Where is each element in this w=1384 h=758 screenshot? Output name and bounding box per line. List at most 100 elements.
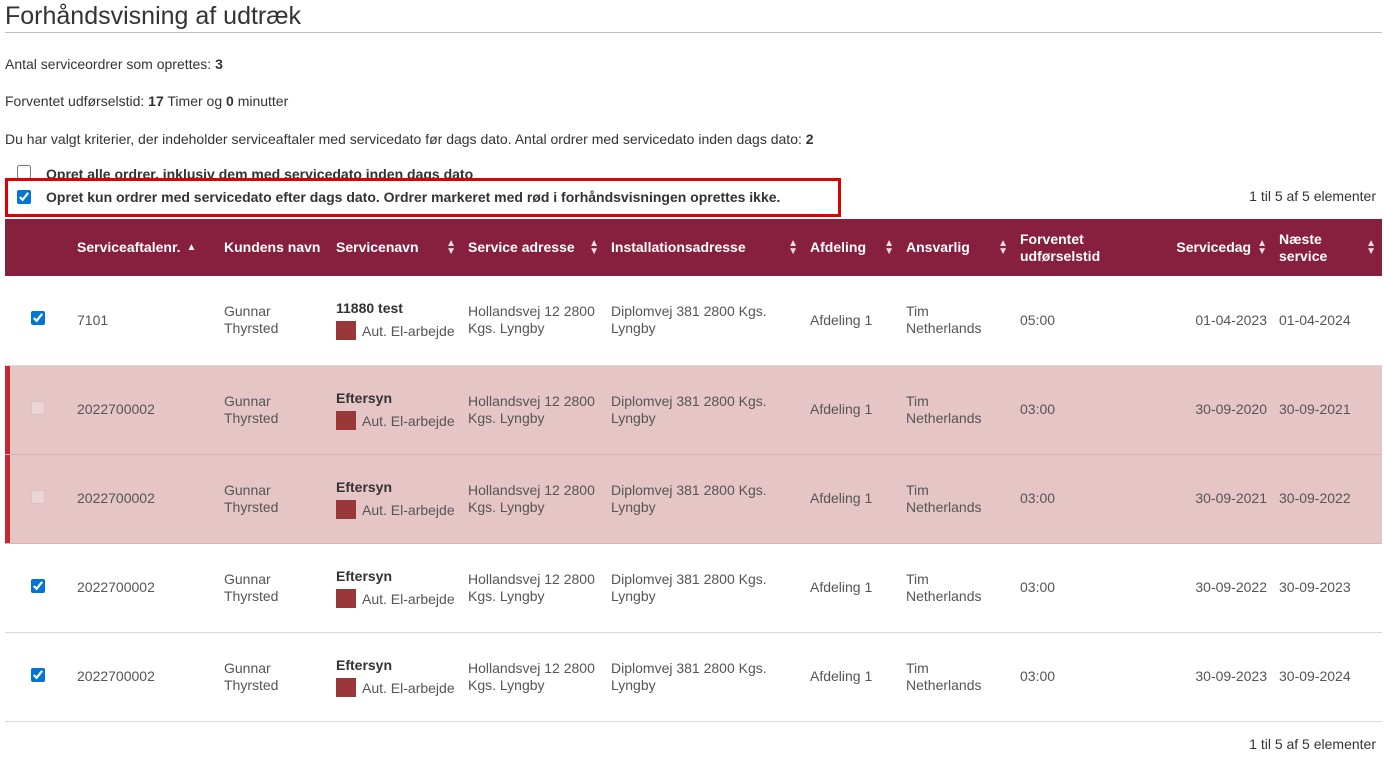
service-type-label: Aut. El-arbejde: [362, 412, 455, 429]
option-create-all-checkbox[interactable]: [17, 165, 31, 179]
table-row[interactable]: 2022700002 Gunnar Thyrsted Eftersyn Aut.…: [5, 632, 1382, 722]
expected-time-minutes: 0: [226, 93, 234, 109]
cell-service-address: Hollandsvej 12 2800 Kgs. Lyngby: [462, 632, 605, 722]
service-type: Aut. El-arbejde: [336, 410, 456, 430]
cell-next-service: 30-09-2021: [1273, 365, 1382, 455]
cell-agreement-no: 2022700002: [71, 365, 218, 455]
pager-summary-top: 1 til 5 af 5 elementer: [1249, 188, 1376, 204]
column-header-responsible[interactable]: Ansvarlig ▲ ▼: [900, 219, 1014, 276]
title-divider: [5, 32, 1382, 33]
cell-service-name: Eftersyn Aut. El-arbejde: [330, 543, 462, 633]
column-header-next-service[interactable]: Næste service ▲ ▼: [1273, 219, 1382, 276]
page-title: Forhåndsvisning af udtræk: [5, 2, 301, 30]
service-color-swatch: [336, 321, 356, 341]
cell-service-name: Eftersyn Aut. El-arbejde: [330, 365, 462, 455]
cell-agreement-no: 2022700002: [71, 454, 218, 544]
option-create-future-only[interactable]: Opret kun ordrer med servicedato efter d…: [17, 186, 780, 208]
cell-customer: Gunnar Thyrsted: [218, 365, 330, 455]
table-row[interactable]: 7101 Gunnar Thyrsted 11880 test Aut. El-…: [5, 276, 1382, 366]
cell-service-address: Hollandsvej 12 2800 Kgs. Lyngby: [462, 454, 605, 544]
cell-expected-time: 03:00: [1014, 454, 1157, 544]
column-header-next-service-label: Næste service: [1279, 230, 1328, 264]
cell-service-day: 30-09-2020: [1157, 365, 1273, 455]
column-header-department-label: Afdeling: [810, 239, 866, 255]
criteria-warning-value: 2: [805, 131, 814, 147]
cell-responsible: Tim Netherlands: [900, 543, 1014, 633]
service-type-label: Aut. El-arbejde: [362, 501, 455, 518]
service-color-swatch: [336, 588, 356, 608]
column-header-agreement-no-label: Serviceaftalenr.: [77, 239, 181, 255]
column-header-install-address-label: Installationsadresse: [611, 239, 746, 255]
cell-responsible: Tim Netherlands: [900, 276, 1014, 366]
cell-install-address: Diplomvej 381 2800 Kgs. Lyngby: [605, 454, 804, 544]
table-row[interactable]: 2022700002 Gunnar Thyrsted Eftersyn Aut.…: [5, 454, 1382, 544]
service-name: 11880 test: [336, 300, 403, 317]
column-header-service-address[interactable]: Service adresse ▲ ▼: [462, 219, 605, 276]
service-type-label: Aut. El-arbejde: [362, 590, 455, 607]
sort-icon: ▲ ▼: [884, 237, 894, 257]
sort-icon: ▲ ▼: [589, 237, 599, 257]
column-header-service-name[interactable]: Servicenavn ▲ ▼: [330, 219, 462, 276]
sort-icon: ▲ ▼: [1366, 237, 1376, 257]
criteria-warning-text: Du har valgt kriterier, der indeholder s…: [5, 131, 802, 147]
cell-responsible: Tim Netherlands: [900, 632, 1014, 722]
orders-count-value: 3: [215, 56, 223, 72]
cell-responsible: Tim Netherlands: [900, 365, 1014, 455]
row-select-cell: [5, 632, 71, 722]
cell-department: Afdeling 1: [804, 276, 900, 366]
service-name: Eftersyn: [336, 567, 393, 584]
column-header-expected-time[interactable]: Forventet udførselstid: [1014, 219, 1157, 276]
service-color-swatch: [336, 677, 356, 697]
cell-install-address: Diplomvej 381 2800 Kgs. Lyngby: [605, 543, 804, 633]
cell-agreement-no: 2022700002: [71, 632, 218, 722]
pager-summary-bottom: 1 til 5 af 5 elementer: [1249, 736, 1376, 752]
column-header-service-name-label: Servicenavn: [336, 239, 419, 255]
cell-expected-time: 03:00: [1014, 365, 1157, 455]
row-select-checkbox[interactable]: [31, 311, 45, 326]
column-header-agreement-no[interactable]: Serviceaftalenr. ▲: [71, 219, 218, 276]
sort-icon: ▲ ▼: [788, 237, 798, 257]
row-select-checkbox[interactable]: [31, 489, 45, 504]
cell-service-name: Eftersyn Aut. El-arbejde: [330, 632, 462, 722]
cell-agreement-no: 2022700002: [71, 543, 218, 633]
expected-time-hours: 17: [148, 93, 164, 109]
cell-install-address: Diplomvej 381 2800 Kgs. Lyngby: [605, 365, 804, 455]
service-type: Aut. El-arbejde: [336, 321, 456, 341]
sort-icon: ▲ ▼: [1257, 237, 1267, 257]
row-select-cell: [5, 543, 71, 633]
row-select-checkbox[interactable]: [31, 578, 45, 593]
column-header-customer[interactable]: Kundens navn: [218, 219, 330, 276]
cell-next-service: 01-04-2024: [1273, 276, 1382, 366]
service-type-label: Aut. El-arbejde: [362, 323, 455, 340]
cell-department: Afdeling 1: [804, 543, 900, 633]
expected-time-minutes-unit: minutter: [237, 93, 289, 109]
cell-customer: Gunnar Thyrsted: [218, 276, 330, 366]
cell-customer: Gunnar Thyrsted: [218, 543, 330, 633]
column-header-department[interactable]: Afdeling ▲ ▼: [804, 219, 900, 276]
column-header-select: [5, 219, 71, 276]
expected-time-line: Forventet udførselstid: 17 Timer og 0 mi…: [5, 92, 288, 110]
column-header-service-day[interactable]: Servicedag ▲ ▼: [1157, 219, 1273, 276]
option-create-future-only-label: Opret kun ordrer med servicedato efter d…: [46, 189, 781, 205]
cell-next-service: 30-09-2024: [1273, 632, 1382, 722]
row-select-checkbox[interactable]: [31, 667, 45, 682]
cell-service-address: Hollandsvej 12 2800 Kgs. Lyngby: [462, 543, 605, 633]
row-select-checkbox[interactable]: [31, 400, 45, 415]
orders-count-line: Antal serviceordrer som oprettes: 3: [5, 55, 223, 73]
service-color-swatch: [336, 410, 356, 430]
column-header-install-address[interactable]: Installationsadresse ▲ ▼: [605, 219, 804, 276]
criteria-warning-line: Du har valgt kriterier, der indeholder s…: [5, 130, 814, 148]
cell-install-address: Diplomvej 381 2800 Kgs. Lyngby: [605, 276, 804, 366]
cell-service-day: 30-09-2022: [1157, 543, 1273, 633]
cell-agreement-no: 7101: [71, 276, 218, 366]
option-create-future-only-checkbox[interactable]: [17, 190, 31, 204]
cell-department: Afdeling 1: [804, 632, 900, 722]
column-header-customer-label: Kundens navn: [224, 239, 321, 255]
cell-responsible: Tim Netherlands: [900, 454, 1014, 544]
cell-next-service: 30-09-2022: [1273, 454, 1382, 544]
service-name: Eftersyn: [336, 656, 393, 673]
column-header-service-address-label: Service adresse: [468, 239, 575, 255]
service-type-label: Aut. El-arbejde: [362, 679, 455, 696]
table-row[interactable]: 2022700002 Gunnar Thyrsted Eftersyn Aut.…: [5, 543, 1382, 633]
table-row[interactable]: 2022700002 Gunnar Thyrsted Eftersyn Aut.…: [5, 365, 1382, 455]
